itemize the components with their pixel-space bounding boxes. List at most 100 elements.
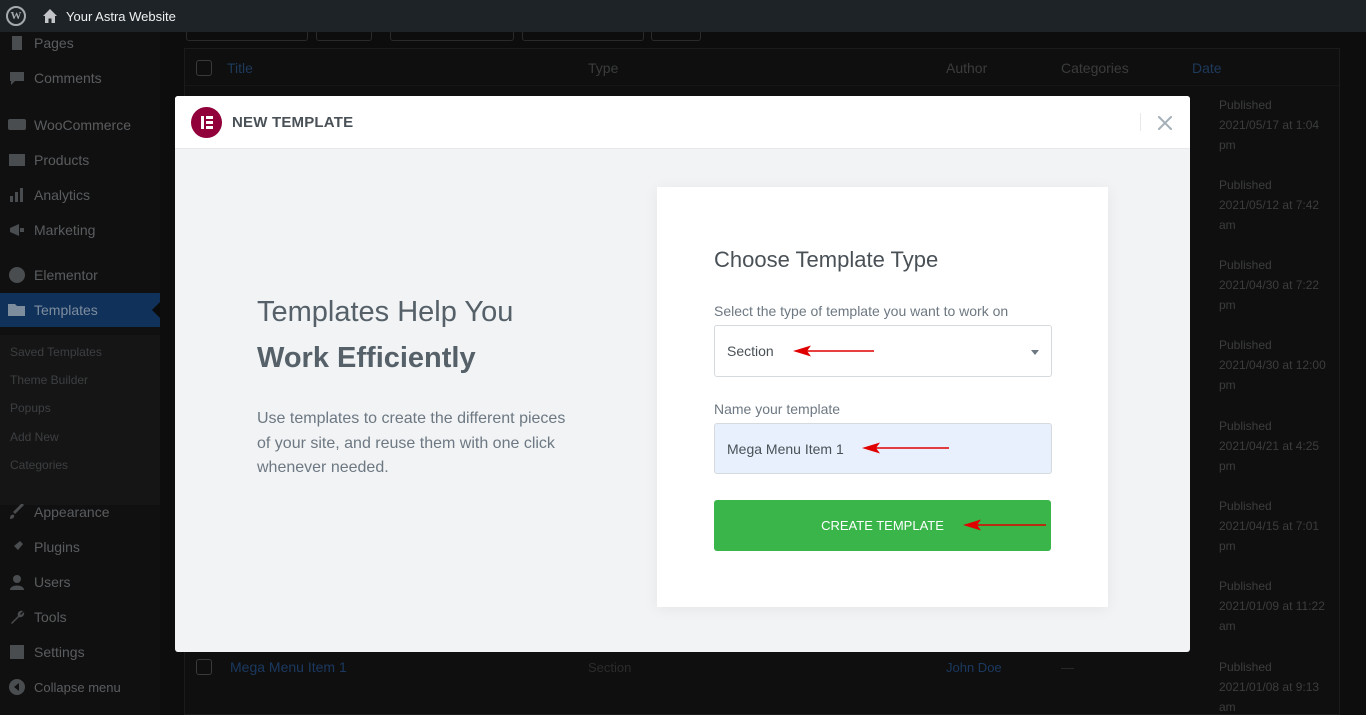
column-header-author: Author: [946, 60, 988, 76]
column-header-date[interactable]: Date: [1192, 60, 1222, 76]
plug-icon: [8, 538, 26, 556]
column-header-title[interactable]: Title: [227, 60, 253, 76]
intro-heading: Templates Help You Work Efficiently: [257, 289, 513, 381]
sidebar-item-comments[interactable]: Comments: [0, 61, 160, 95]
filter-button[interactable]: [651, 32, 701, 41]
row-title-link[interactable]: Mega Menu Item 1: [230, 659, 347, 675]
table-row: Published 2021/04/21 at 4:25 pm: [1219, 416, 1339, 476]
row-date: 2021/04/30 at 12:00 pm: [1219, 358, 1326, 392]
sidebar-item-analytics[interactable]: Analytics: [0, 178, 160, 212]
annotation-arrow-icon: [963, 519, 1046, 531]
close-icon[interactable]: [1155, 113, 1175, 133]
woocommerce-icon: [8, 116, 26, 134]
row-date: 2021/04/21 at 4:25 pm: [1219, 439, 1320, 473]
sidebar-item-label: Templates: [34, 302, 98, 318]
template-form-card: Choose Template Type Select the type of …: [657, 187, 1108, 607]
row-status: Published: [1219, 419, 1272, 433]
row-type: Section: [588, 660, 632, 675]
column-header-categories: Categories: [1061, 60, 1129, 76]
settings-icon: [8, 643, 26, 661]
apply-button[interactable]: [316, 32, 372, 41]
elementor-logo-icon: [191, 106, 222, 138]
row-date: 2021/01/09 at 11:22 am: [1219, 599, 1325, 633]
row-status: Published: [1219, 579, 1272, 593]
bulk-actions-select[interactable]: [186, 32, 308, 41]
row-status: Published: [1219, 499, 1272, 513]
filter-select[interactable]: [390, 32, 514, 41]
sidebar-item-label: Settings: [34, 644, 85, 660]
template-type-select[interactable]: Section: [714, 325, 1052, 377]
sidebar-item-marketing[interactable]: Marketing: [0, 213, 160, 247]
row-date: 2021/04/15 at 7:01 pm: [1219, 519, 1320, 553]
row-date: 2021/05/12 at 7:42 am: [1219, 198, 1320, 232]
row-author-link[interactable]: John Doe: [946, 660, 1002, 675]
header-divider: [1140, 113, 1141, 131]
table-row: Published 2021/04/30 at 7:22 pm: [1219, 255, 1339, 315]
sidebar-item-settings[interactable]: Settings: [0, 635, 160, 669]
sidebar-item-label: Users: [34, 574, 71, 590]
intro-heading-line2: Work Efficiently: [257, 342, 476, 374]
sidebar-item-woocommerce[interactable]: WooCommerce: [0, 108, 160, 142]
header-divider: [185, 85, 1341, 86]
sidebar-item-label: WooCommerce: [34, 117, 131, 133]
marketing-icon: [8, 221, 26, 239]
sidebar-item-label: Appearance: [34, 504, 110, 520]
folder-icon: [8, 301, 26, 319]
sidebar-item-label: Products: [34, 152, 90, 168]
row-categories: —: [1061, 660, 1074, 675]
modal-header: NEW TEMPLATE: [175, 96, 1190, 149]
sidebar-item-appearance[interactable]: Appearance: [0, 495, 160, 529]
sidebar-item-tools[interactable]: Tools: [0, 600, 160, 634]
sidebar-item-label: Plugins: [34, 539, 80, 555]
submenu-item-categories[interactable]: Categories: [10, 458, 68, 472]
sidebar-item-label: Elementor: [34, 267, 98, 283]
site-name-link[interactable]: Your Astra Website: [66, 9, 176, 24]
row-date: 2021/04/30 at 7:22 pm: [1219, 278, 1320, 312]
brush-icon: [8, 503, 26, 521]
submenu-item-saved-templates[interactable]: Saved Templates: [10, 345, 102, 359]
row-status: Published: [1219, 258, 1272, 272]
user-icon: [8, 573, 26, 591]
select-all-checkbox[interactable]: [196, 60, 212, 76]
home-icon: [43, 9, 57, 23]
sidebar-item-products[interactable]: Products: [0, 143, 160, 177]
row-status: Published: [1219, 660, 1272, 674]
row-status: Published: [1219, 338, 1272, 352]
row-date: 2021/01/08 at 9:13 am: [1219, 680, 1320, 714]
wrench-icon: [8, 608, 26, 626]
chevron-down-icon: [1031, 350, 1039, 355]
new-template-modal: NEW TEMPLATE Templates Help You Work Eff…: [175, 96, 1190, 652]
template-type-value: Section: [727, 343, 774, 359]
annotation-arrow-icon: [793, 345, 874, 357]
submenu-item-popups[interactable]: Popups: [10, 401, 51, 415]
intro-heading-line1: Templates Help You: [257, 296, 514, 328]
table-row: Published 2021/01/08 at 9:13 am: [1219, 657, 1339, 715]
table-row: Published 2021/04/30 at 12:00 pm: [1219, 335, 1339, 395]
sidebar-item-templates[interactable]: Templates: [0, 293, 160, 327]
sidebar-item-label: Pages: [34, 35, 74, 51]
elementor-icon: [8, 266, 26, 284]
admin-sidebar: Pages Comments WooCommerce Products Anal…: [0, 32, 160, 715]
collapse-icon: [8, 678, 26, 696]
sidebar-item-users[interactable]: Users: [0, 565, 160, 599]
template-name-label: Name your template: [714, 401, 841, 417]
sidebar-item-plugins[interactable]: Plugins: [0, 530, 160, 564]
analytics-icon: [8, 186, 26, 204]
template-type-label: Select the type of template you want to …: [714, 303, 1009, 319]
row-checkbox[interactable]: [196, 659, 212, 675]
sidebar-item-pages[interactable]: Pages: [0, 26, 160, 60]
modal-title: NEW TEMPLATE: [232, 113, 354, 131]
templates-submenu: Saved Templates Theme Builder Popups Add…: [0, 335, 160, 505]
submenu-item-add-new[interactable]: Add New: [10, 430, 59, 444]
table-row: Published 2021/05/12 at 7:42 am: [1219, 175, 1339, 235]
intro-description: Use templates to create the different pi…: [257, 410, 566, 476]
sidebar-item-elementor[interactable]: Elementor: [0, 258, 160, 292]
row-date: 2021/05/17 at 1:04 pm: [1219, 118, 1320, 152]
table-row: Published 2021/01/09 at 11:22 am: [1219, 576, 1339, 636]
wordpress-logo-icon[interactable]: W: [6, 6, 26, 26]
sidebar-item-label: Collapse menu: [34, 679, 121, 695]
submenu-item-theme-builder[interactable]: Theme Builder: [10, 373, 88, 387]
pages-icon: [8, 34, 26, 52]
sidebar-collapse-menu[interactable]: Collapse menu: [0, 670, 160, 704]
category-filter-select[interactable]: [522, 32, 644, 41]
